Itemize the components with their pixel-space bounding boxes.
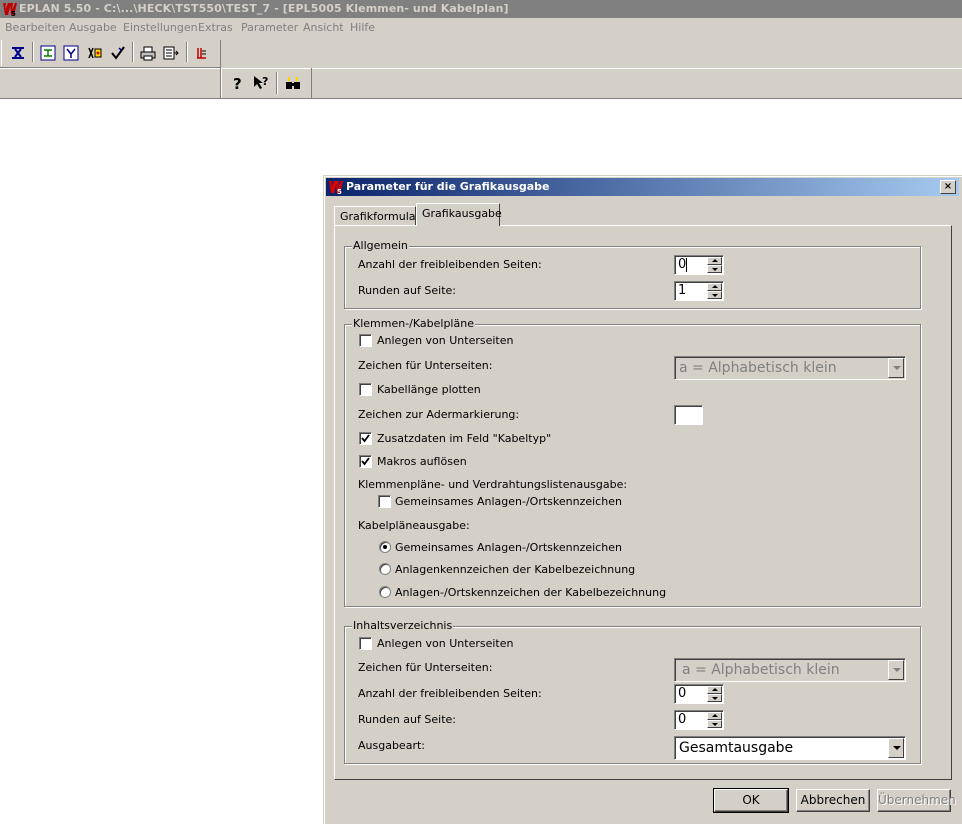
chevron-down-icon[interactable]	[888, 660, 904, 680]
export-icon[interactable]	[161, 43, 181, 63]
button-label: OK	[742, 793, 760, 807]
menu-extras[interactable]: Extras	[198, 18, 233, 38]
menu-ausgabe[interactable]: Ausgabe	[69, 18, 117, 38]
spin-buttons[interactable]	[707, 283, 722, 299]
toc-free-pages-spinner[interactable]: 0	[674, 684, 724, 704]
checkmark-icon	[361, 434, 370, 443]
list-icon[interactable]	[192, 43, 212, 63]
search-icon[interactable]	[283, 73, 303, 93]
toc-subpages-checkbox[interactable]	[359, 637, 372, 650]
cable-length-label: Kabellänge plotten	[377, 383, 481, 396]
round-label: Runden auf Seite:	[358, 284, 456, 297]
common-code-label: Gemeinsames Anlagen-/Ortskennzeichen	[395, 495, 622, 508]
schematic-icon[interactable]	[38, 43, 58, 63]
radio-label: Anlagenkennzeichen der Kabelbezeichnung	[395, 563, 636, 576]
spin-value: 0	[678, 686, 687, 701]
core-marking-input[interactable]	[674, 405, 703, 425]
menu-hilfe[interactable]: Hilfe	[350, 18, 375, 38]
close-icon: ×	[943, 181, 953, 192]
toc-round-label: Runden auf Seite:	[358, 713, 456, 726]
radio-plant-location-code[interactable]	[379, 586, 391, 598]
tab-label: Grafikausgabe	[422, 207, 502, 220]
spin-buttons[interactable]	[707, 686, 722, 702]
tab-grafikformulare[interactable]: Grafikformulare	[334, 206, 427, 226]
subpage-char-select[interactable]: a = Alphabetisch klein	[674, 356, 906, 380]
svg-text:?: ?	[233, 75, 242, 91]
context-help-icon[interactable]: ?	[251, 73, 271, 93]
terminal-icon[interactable]	[8, 43, 28, 63]
extra-data-label: Zusatzdaten im Feld "Kabeltyp"	[377, 432, 552, 445]
menu-bearbeiten[interactable]: Bearbeiten	[5, 18, 65, 38]
free-pages-spinner[interactable]: 0	[674, 255, 724, 275]
connection-icon[interactable]	[85, 43, 105, 63]
tab-label: Grafikformulare	[340, 210, 427, 223]
toc-round-spinner[interactable]: 0	[674, 710, 724, 730]
group-title: Inhaltsverzeichnis	[352, 619, 454, 633]
check-icon[interactable]	[108, 43, 128, 63]
spin-value: 1	[678, 283, 687, 298]
terminal-output-label: Klemmenpläne- und Verdrahtungslistenausg…	[358, 478, 628, 491]
menu-parameter[interactable]: Parameter	[241, 18, 298, 38]
extra-data-checkbox[interactable]	[359, 432, 372, 445]
apply-button[interactable]: Übernehmen	[877, 789, 956, 812]
app-title: EPLAN 5.50 - C:\...\HECK\TST550\TEST_7 -…	[19, 2, 509, 15]
select-value: a = Alphabetisch klein	[682, 662, 840, 678]
button-label: Abbrechen	[800, 793, 866, 807]
radio-label: Anlagen-/Ortskennzeichen der Kabelbezeic…	[395, 586, 667, 599]
subpages-label: Anlegen von Unterseiten	[377, 334, 514, 347]
toolbar: ? ?	[0, 38, 962, 99]
ok-button[interactable]: OK	[713, 788, 789, 813]
group-title: Allgemein	[352, 239, 409, 253]
chevron-down-icon[interactable]	[888, 738, 904, 758]
checkmark-icon	[361, 457, 370, 466]
core-marking-label: Zeichen zur Adermarkierung:	[358, 408, 520, 421]
radio-common-code[interactable]	[379, 541, 391, 553]
eplan-logo-icon: 5	[329, 181, 343, 195]
cancel-button[interactable]: Abbrechen	[796, 789, 870, 812]
parameter-dialog: 5 Parameter für die Grafikausgabe × Graf…	[323, 175, 962, 824]
subpages-checkbox[interactable]	[359, 334, 372, 347]
macros-checkbox[interactable]	[359, 455, 372, 468]
radio-plant-code[interactable]	[379, 563, 391, 575]
radio-label: Gemeinsames Anlagen-/Ortskennzeichen	[395, 541, 622, 554]
menubar: Bearbeiten Ausgabe Einstellungen Extras …	[0, 18, 962, 38]
subpage-char-label: Zeichen für Unterseiten:	[358, 359, 493, 372]
menu-ansicht[interactable]: Ansicht	[303, 18, 344, 38]
dialog-titlebar: 5 Parameter für die Grafikausgabe ×	[326, 178, 959, 196]
spin-buttons[interactable]	[707, 257, 722, 273]
print-icon[interactable]	[138, 43, 158, 63]
cable-length-checkbox[interactable]	[359, 383, 372, 396]
svg-text:5: 5	[337, 188, 342, 195]
common-code-checkbox[interactable]	[378, 495, 391, 508]
eplan-logo-icon: 5	[3, 3, 17, 17]
filter-icon[interactable]	[61, 43, 81, 63]
chevron-down-icon[interactable]	[888, 358, 904, 378]
toc-subpage-char-label: Zeichen für Unterseiten:	[358, 661, 493, 674]
app-titlebar: 5 EPLAN 5.50 - C:\...\HECK\TST550\TEST_7…	[0, 0, 962, 18]
output-type-label: Ausgabeart:	[358, 739, 425, 752]
select-value: a = Alphabetisch klein	[679, 360, 837, 376]
spin-buttons[interactable]	[707, 712, 722, 728]
toc-subpages-label: Anlegen von Unterseiten	[377, 637, 514, 650]
select-value: Gesamtausgabe	[679, 740, 794, 756]
cable-output-label: Kabelpläneausgabe:	[358, 519, 470, 532]
help-icon[interactable]: ?	[228, 73, 248, 93]
output-type-select[interactable]: Gesamtausgabe	[674, 736, 906, 760]
svg-text:5: 5	[11, 10, 16, 17]
free-pages-label: Anzahl der freibleibenden Seiten:	[358, 258, 542, 271]
round-spinner[interactable]: 1	[674, 281, 724, 301]
svg-text:?: ?	[262, 75, 268, 88]
group-allgemein: Allgemein	[344, 239, 921, 309]
macros-label: Makros auflösen	[377, 455, 467, 468]
menu-einstellungen[interactable]: Einstellungen	[123, 18, 198, 38]
spin-value: 0	[678, 712, 687, 727]
button-label: Übernehmen	[878, 793, 956, 807]
tab-grafikausgabe[interactable]: Grafikausgabe	[416, 203, 502, 226]
toc-subpage-char-select[interactable]: a = Alphabetisch klein	[674, 658, 906, 682]
text-caret	[686, 258, 687, 272]
group-title: Klemmen-/Kabelpläne	[352, 317, 475, 331]
close-button[interactable]: ×	[940, 180, 956, 194]
dialog-title: Parameter für die Grafikausgabe	[346, 180, 550, 193]
toc-free-pages-label: Anzahl der freibleibenden Seiten:	[358, 687, 542, 700]
